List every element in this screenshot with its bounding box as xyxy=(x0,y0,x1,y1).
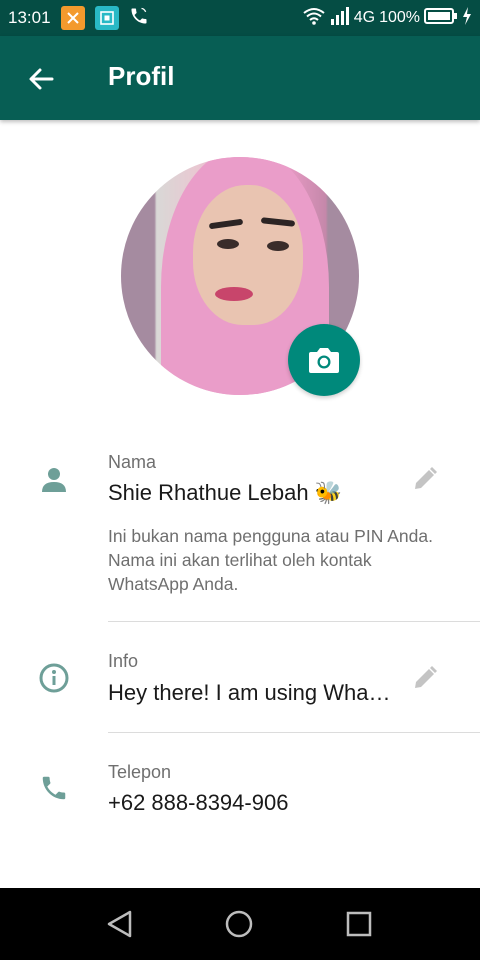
name-hint: Ini bukan nama pengguna atau PIN Anda. N… xyxy=(108,526,433,594)
profile-photo-container xyxy=(121,157,360,396)
notification-teal-icon xyxy=(94,6,119,30)
status-left: 13:01 xyxy=(8,6,149,31)
avatar-eye-left xyxy=(217,239,239,249)
person-icon xyxy=(36,462,72,498)
network-type: 4G xyxy=(353,9,376,26)
status-time: 13:01 xyxy=(8,8,51,27)
camera-icon xyxy=(309,348,339,373)
phone-icon xyxy=(36,770,72,806)
nav-home-button[interactable] xyxy=(223,908,255,940)
signal-icon xyxy=(330,6,350,30)
phone-value[interactable]: +62 888-8394-906 xyxy=(108,790,288,816)
pencil-icon xyxy=(415,666,437,688)
info-label: Info xyxy=(108,651,139,671)
status-bar: 13:01 4G 100% xyxy=(0,0,480,36)
phone-label: Telepon xyxy=(108,762,172,782)
battery-icon xyxy=(424,7,458,29)
wifi-icon xyxy=(302,6,326,31)
divider xyxy=(108,621,480,622)
avatar-face-shape xyxy=(193,185,303,325)
back-triangle-icon xyxy=(107,910,132,938)
notification-orange-icon xyxy=(60,6,85,30)
app-bar: Profil xyxy=(0,36,480,120)
pencil-icon xyxy=(415,467,437,489)
edit-info-button[interactable] xyxy=(410,663,440,693)
recents-square-icon xyxy=(346,911,372,937)
page-title: Profil xyxy=(108,61,175,91)
arrow-back-icon xyxy=(29,68,54,90)
avatar-lips xyxy=(215,287,253,301)
name-value[interactable]: Shie Rhathue Lebah 🐝 xyxy=(108,480,342,506)
battery-percent: 100% xyxy=(379,9,420,26)
info-value[interactable]: Hey there! I am using Wha… xyxy=(108,680,390,706)
name-label: Nama xyxy=(108,452,157,472)
charging-icon xyxy=(462,6,472,30)
divider xyxy=(108,732,480,733)
system-nav-bar xyxy=(0,888,480,960)
back-button[interactable] xyxy=(26,64,56,94)
avatar-eye-right xyxy=(267,241,289,251)
change-photo-button[interactable] xyxy=(288,324,360,396)
phone-call-icon xyxy=(129,6,149,31)
status-right: 4G 100% xyxy=(302,6,472,31)
nav-recents-button[interactable] xyxy=(343,908,375,940)
edit-name-button[interactable] xyxy=(410,464,440,494)
nav-back-button[interactable] xyxy=(104,908,136,940)
info-icon xyxy=(36,660,72,696)
home-circle-icon xyxy=(225,910,253,938)
